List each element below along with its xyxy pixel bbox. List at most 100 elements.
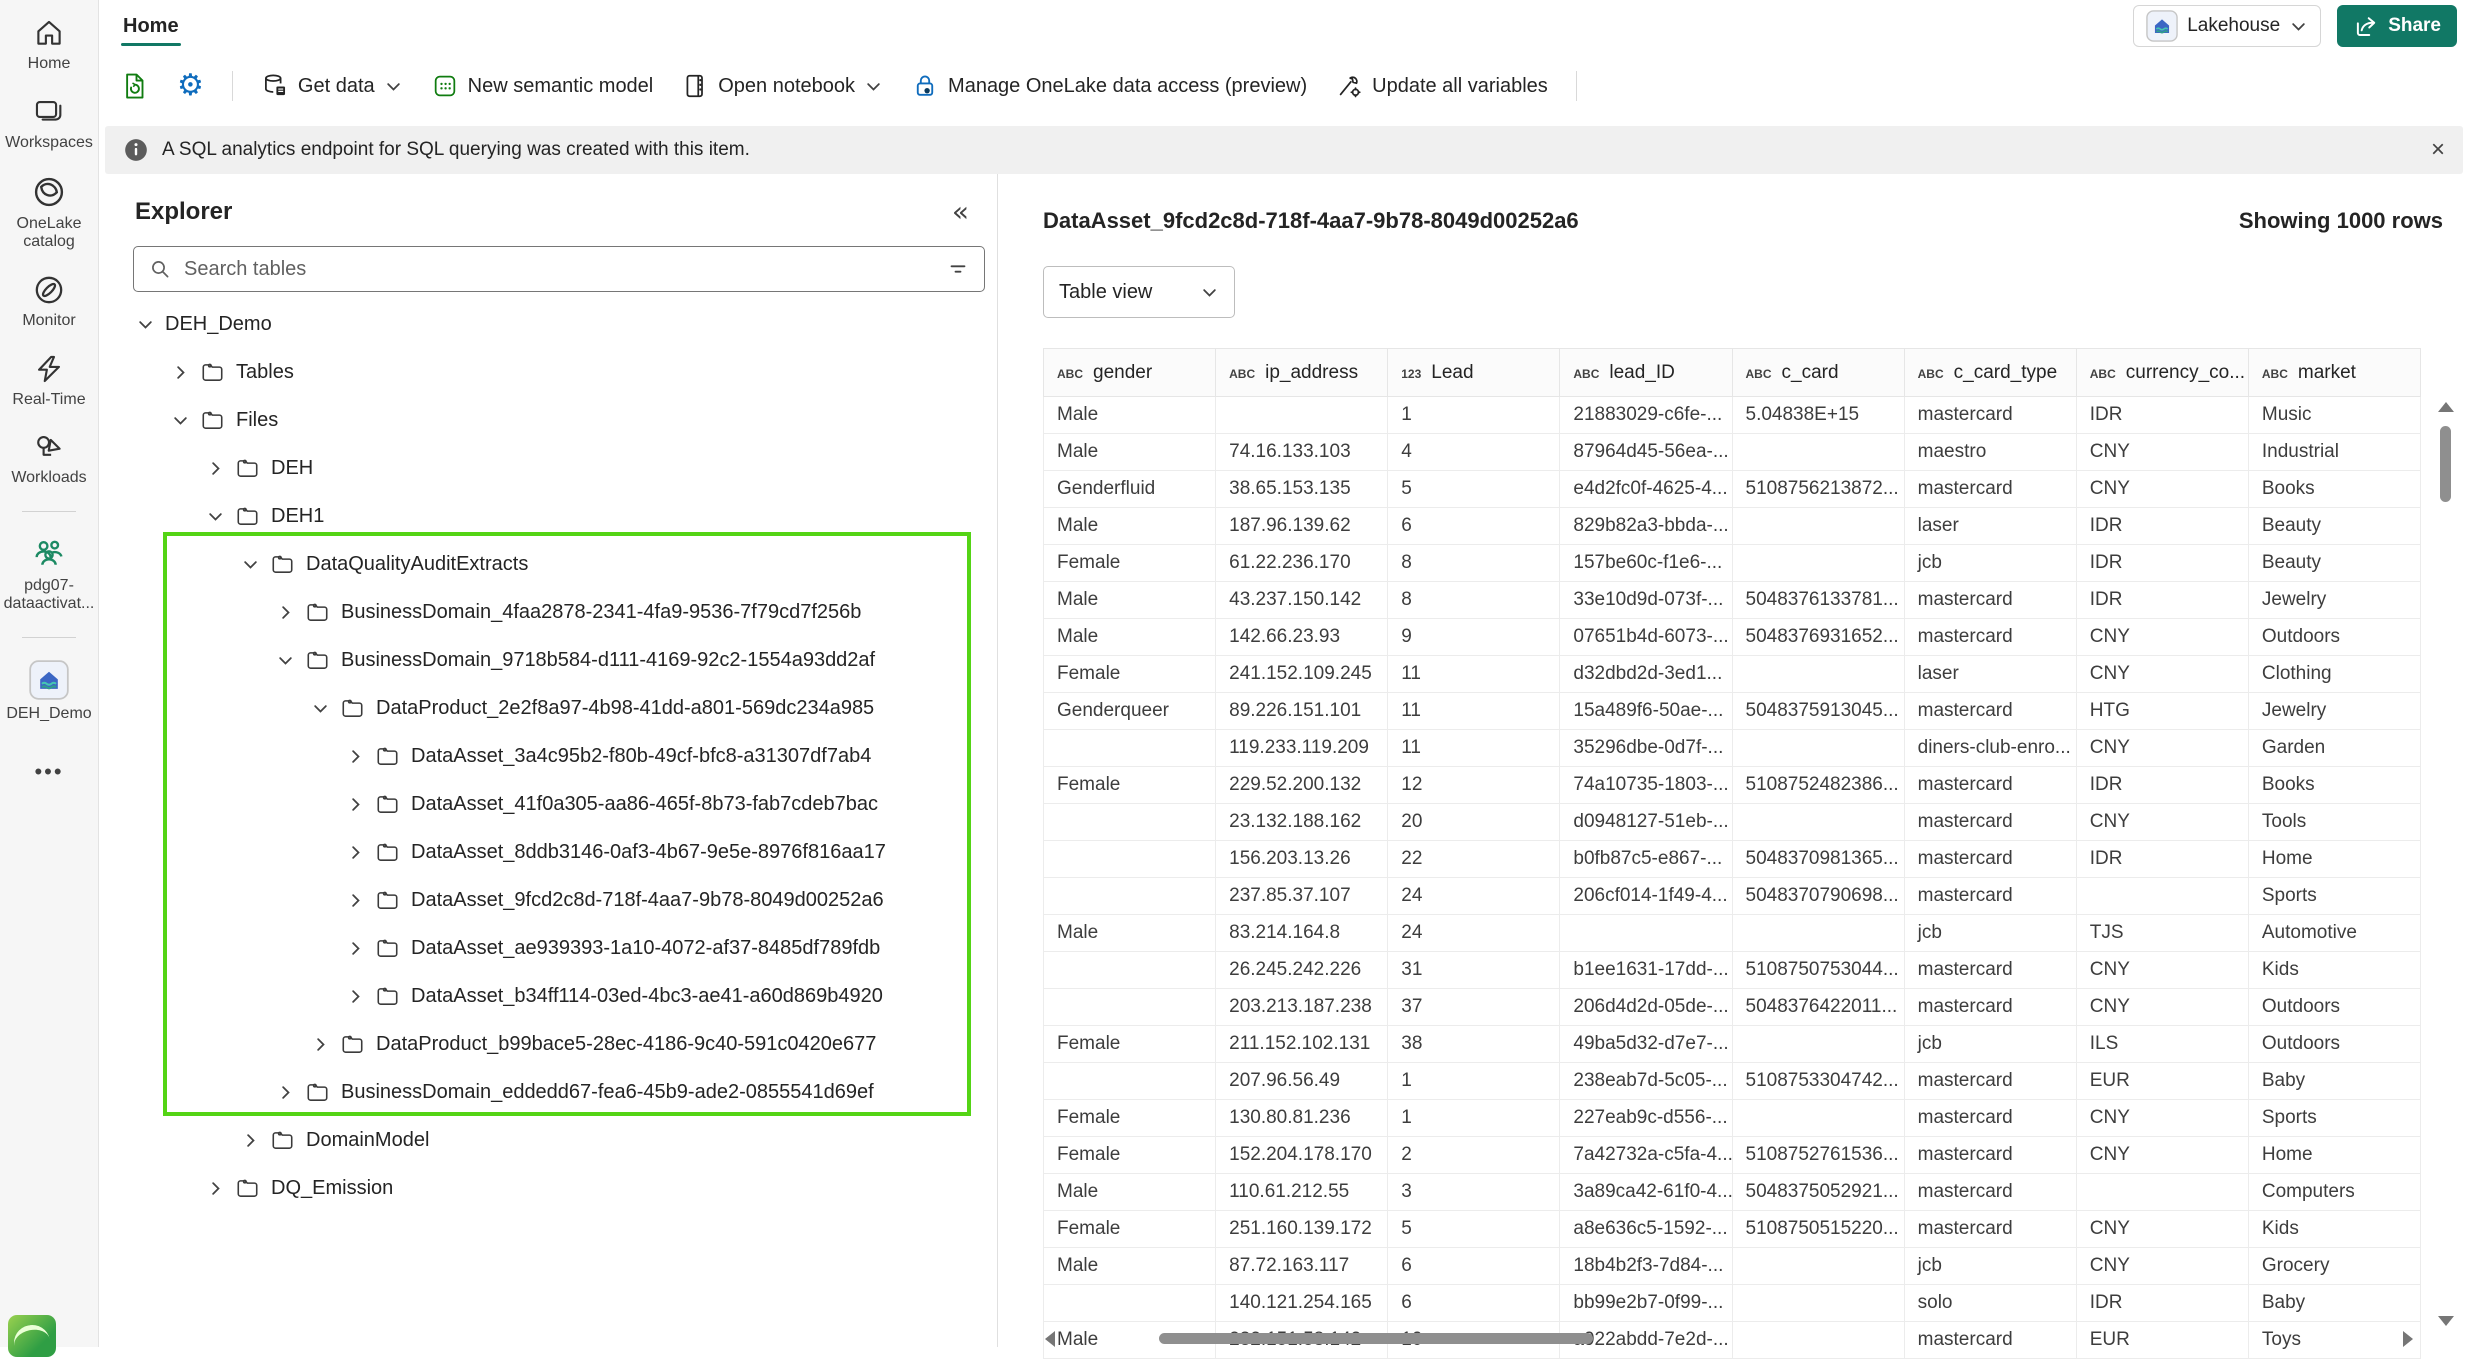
chevron-right-icon[interactable] <box>168 363 192 382</box>
tree-item-files[interactable]: Files <box>99 396 997 444</box>
table-cell: 22 <box>1388 841 1560 878</box>
rail-item-workloads[interactable]: Workloads <box>3 430 95 487</box>
tree-item-businessdomain-4faa2878-2341-4fa9-9536-7f7[interactable]: BusinessDomain_4faa2878-2341-4fa9-9536-7… <box>99 588 997 636</box>
topbar-actions: Lakehouse Share <box>2133 5 2457 47</box>
table-cell: 238eab7d-5c05-... <box>1560 1063 1732 1100</box>
chevron-down-icon[interactable] <box>168 411 192 430</box>
rail-item-monitor[interactable]: Monitor <box>3 273 95 330</box>
toolbar-open-notebook[interactable]: Open notebook <box>681 72 883 100</box>
column-header-c-card-type[interactable]: ABCc_card_type <box>1904 349 2076 397</box>
chevron-right-icon[interactable] <box>203 1179 227 1198</box>
tree-item-dataasset-8ddb3146-0af3-4b67-9e5e-8976f816[interactable]: DataAsset_8ddb3146-0af3-4b67-9e5e-8976f8… <box>99 828 997 876</box>
tree-item-deh[interactable]: DEH <box>99 444 997 492</box>
vertical-scrollbar[interactable] <box>2433 396 2457 1332</box>
tab-home[interactable]: Home <box>113 4 189 49</box>
scroll-right-arrow-icon[interactable] <box>2403 1331 2413 1347</box>
table-row: Female229.52.200.1321274a10735-1803-...5… <box>1044 767 2421 804</box>
chevron-right-icon[interactable] <box>343 891 367 910</box>
tree-item-dataasset-41f0a305-aa86-465f-8b73-fab7cdeb[interactable]: DataAsset_41f0a305-aa86-465f-8b73-fab7cd… <box>99 780 997 828</box>
table-cell: 119.233.119.209 <box>1216 730 1388 767</box>
toolbar-divider <box>1576 71 1577 101</box>
column-header-lead-id[interactable]: ABClead_ID <box>1560 349 1732 397</box>
chevron-down-icon[interactable] <box>133 315 157 334</box>
column-header-currency-co[interactable]: ABCcurrency_co... <box>2076 349 2248 397</box>
tree-item-dq-emission[interactable]: DQ_Emission <box>99 1164 997 1212</box>
table-cell: 20 <box>1388 804 1560 841</box>
table-cell: CNY <box>2076 434 2248 471</box>
chevron-down-icon[interactable] <box>308 699 332 718</box>
search-input[interactable] <box>182 257 946 282</box>
tree-item-dataproduct-b99bace5-28ec-4186-9c40-591c04[interactable]: DataProduct_b99bace5-28ec-4186-9c40-591c… <box>99 1020 997 1068</box>
chevron-right-icon[interactable] <box>343 747 367 766</box>
folder-icon <box>374 983 401 1010</box>
column-header-gender[interactable]: ABCgender <box>1044 349 1216 397</box>
folder-icon <box>374 839 401 866</box>
rail-item-pdg07-dataactivat[interactable]: pdg07-dataactivat... <box>3 534 95 613</box>
chevron-down-icon[interactable] <box>273 651 297 670</box>
view-selector-dropdown[interactable]: Table view <box>1043 266 1235 318</box>
table-cell: 9 <box>1388 619 1560 656</box>
rail-item-home[interactable]: Home <box>3 16 95 73</box>
chevron-down-icon[interactable] <box>203 507 227 526</box>
chevron-right-icon[interactable] <box>203 459 227 478</box>
tree-item-deh-demo[interactable]: DEH_Demo <box>99 300 997 348</box>
scroll-left-arrow-icon[interactable] <box>1045 1331 1055 1347</box>
chevron-right-icon[interactable] <box>343 939 367 958</box>
folder-icon <box>339 695 366 722</box>
database-icon <box>261 72 289 100</box>
column-header-ip-address[interactable]: ABCip_address <box>1216 349 1388 397</box>
close-icon[interactable]: × <box>2431 138 2445 162</box>
toolbar-new-semantic-model[interactable]: New semantic model <box>431 72 654 100</box>
chevron-right-icon[interactable] <box>343 843 367 862</box>
lakehouse-icon <box>2146 10 2178 42</box>
chevron-right-icon[interactable] <box>308 1035 332 1054</box>
table-cell: Baby <box>2248 1063 2420 1100</box>
vertical-scroll-thumb[interactable] <box>2440 426 2451 502</box>
chevron-right-icon[interactable] <box>273 603 297 622</box>
table-cell: Female <box>1044 1211 1216 1248</box>
item-type-dropdown[interactable]: Lakehouse <box>2133 5 2321 47</box>
column-header-market[interactable]: ABCmarket <box>2248 349 2420 397</box>
rail-more-button[interactable]: ••• <box>34 759 63 785</box>
tree-item-dataasset-3a4c95b2-f80b-49cf-bfc8-a31307df[interactable]: DataAsset_3a4c95b2-f80b-49cf-bfc8-a31307… <box>99 732 997 780</box>
chevron-down-icon[interactable] <box>238 555 262 574</box>
rail-item-onelake-catalog[interactable]: OneLake catalog <box>3 174 95 251</box>
horizontal-scroll-thumb[interactable] <box>1159 1333 1593 1344</box>
rail-item-label: pdg07-dataactivat... <box>3 577 95 613</box>
left-nav-rail: Home Workspaces OneLake catalog Monitor Real… <box>0 0 99 1347</box>
toolbar-refresh-file-icon[interactable] <box>119 71 149 101</box>
rail-item-workspaces[interactable]: Workspaces <box>3 95 95 152</box>
tree-item-businessdomain-eddedd67-fea6-45b9-ade2-085[interactable]: BusinessDomain_eddedd67-fea6-45b9-ade2-0… <box>99 1068 997 1116</box>
table-cell: Outdoors <box>2248 619 2420 656</box>
filter-icon[interactable] <box>946 257 970 281</box>
toolbar-get-data[interactable]: Get data <box>261 72 403 100</box>
tree-item-dataasset-ae939393-1a10-4072-af37-8485df78[interactable]: DataAsset_ae939393-1a10-4072-af37-8485df… <box>99 924 997 972</box>
rail-item-deh-demo[interactable]: DEH_Demo <box>3 660 95 723</box>
chevron-right-icon[interactable] <box>238 1131 262 1150</box>
tree-item-dataasset-9fcd2c8d-718f-4aa7-9b78-8049d002[interactable]: DataAsset_9fcd2c8d-718f-4aa7-9b78-8049d0… <box>99 876 997 924</box>
tree-item-domainmodel[interactable]: DomainModel <box>99 1116 997 1164</box>
toolbar-settings-gear-icon[interactable]: ⚙ <box>177 71 204 101</box>
toolbar-update-all-variables[interactable]: Update all variables <box>1335 72 1548 100</box>
chevron-right-icon[interactable] <box>343 987 367 1006</box>
chevron-right-icon[interactable] <box>343 795 367 814</box>
share-button[interactable]: Share <box>2337 5 2457 47</box>
rail-item-real-time[interactable]: Real-Time <box>3 352 95 409</box>
table-cell: mastercard <box>1904 841 2076 878</box>
tree-item-businessdomain-9718b584-d111-4169-92c2-155[interactable]: BusinessDomain_9718b584-d111-4169-92c2-1… <box>99 636 997 684</box>
column-header-c-card[interactable]: ABCc_card <box>1732 349 1904 397</box>
horizontal-scrollbar[interactable] <box>1043 1330 2415 1346</box>
column-header-lead[interactable]: 123Lead <box>1388 349 1560 397</box>
scroll-up-arrow-icon[interactable] <box>2438 402 2454 412</box>
tree-item-dataproduct-2e2f8a97-4b98-41dd-a801-569dc2[interactable]: DataProduct_2e2f8a97-4b98-41dd-a801-569d… <box>99 684 997 732</box>
toolbar-manage-onelake-data-access-preview[interactable]: Manage OneLake data access (preview) <box>911 72 1307 100</box>
collapse-panel-icon[interactable]: « <box>952 201 969 223</box>
tree-item-dataasset-b34ff114-03ed-4bc3-ae41-a60d869b[interactable]: DataAsset_b34ff114-03ed-4bc3-ae41-a60d86… <box>99 972 997 1020</box>
chevron-right-icon[interactable] <box>273 1083 297 1102</box>
scroll-down-arrow-icon[interactable] <box>2438 1316 2454 1326</box>
tree-item-dataqualityauditextracts[interactable]: DataQualityAuditExtracts <box>99 540 997 588</box>
rail-item-label: Home <box>28 55 71 73</box>
tree-item-tables[interactable]: Tables <box>99 348 997 396</box>
table-cell: Beauty <box>2248 545 2420 582</box>
tree-item-deh1[interactable]: DEH1 <box>99 492 997 540</box>
